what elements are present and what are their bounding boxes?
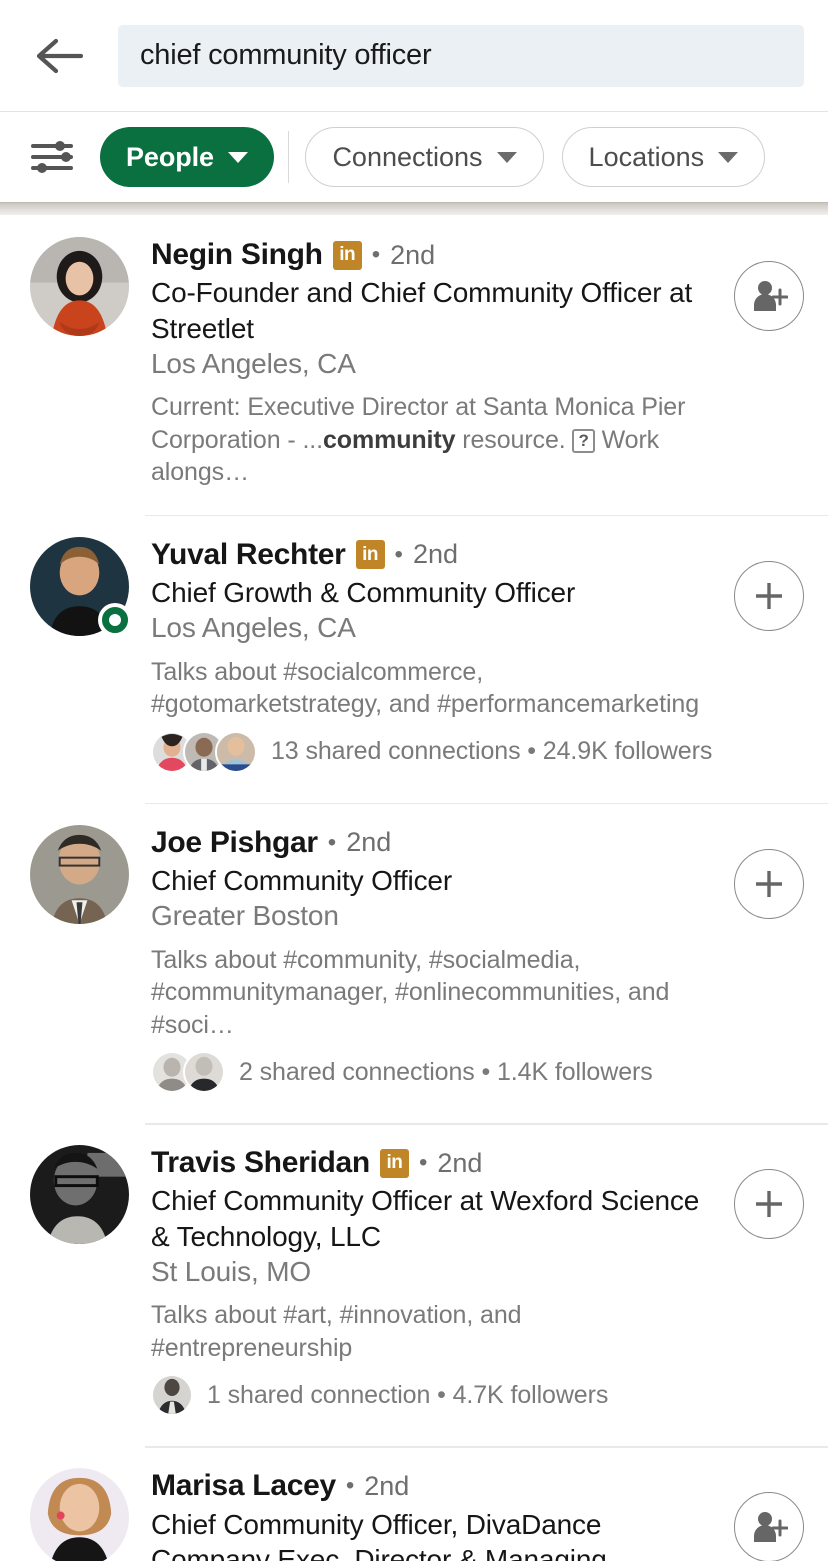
back-button[interactable] xyxy=(30,26,90,86)
connection-degree: 2nd xyxy=(390,239,436,270)
result-name[interactable]: Yuval Rechter xyxy=(151,538,346,571)
search-input[interactable]: chief community officer xyxy=(118,24,804,87)
result-location: Greater Boston xyxy=(151,900,339,932)
avatar[interactable] xyxy=(30,237,129,336)
facepile-avatar xyxy=(215,730,257,773)
search-query-text: chief community officer xyxy=(140,39,432,71)
shared-connections-row[interactable]: 2 shared connections • 1.4K followers xyxy=(151,1051,708,1097)
chevron-down-icon xyxy=(496,151,517,163)
search-results-list: Negin Singh in • 2nd Co-Founder and Chie… xyxy=(0,215,828,1561)
filter-pill-people-label: People xyxy=(126,141,214,172)
row-divider xyxy=(145,1446,828,1448)
facepile xyxy=(151,730,257,773)
table-row[interactable]: Joe Pishgar • 2nd Chief Community Office… xyxy=(0,802,828,1123)
chevron-down-icon xyxy=(718,151,739,163)
filter-pill-connections[interactable]: Connections xyxy=(305,127,544,187)
result-snippet: Talks about #socialcommerce, #gotomarket… xyxy=(151,657,700,719)
table-row[interactable]: Negin Singh in • 2nd Co-Founder and Chie… xyxy=(0,215,828,515)
result-location: Los Angeles, CA xyxy=(151,347,356,379)
filter-sliders-icon[interactable] xyxy=(30,135,74,179)
facepile xyxy=(151,1374,193,1417)
result-headline: Chief Community Officer at Wexford Scien… xyxy=(151,1185,700,1252)
arrow-left-icon xyxy=(37,37,83,75)
shared-connections-row[interactable]: 13 shared connections • 24.9K followers xyxy=(151,730,712,777)
avatar[interactable] xyxy=(30,824,129,924)
filter-pill-locations[interactable]: Locations xyxy=(561,127,766,187)
shared-connections-row[interactable]: 1 shared connection • 4.7K followers xyxy=(151,1374,708,1420)
separator-dot: • xyxy=(418,1149,428,1177)
avatar[interactable] xyxy=(30,1468,129,1561)
connection-degree: 2nd xyxy=(412,539,458,570)
connection-degree: 2nd xyxy=(346,827,392,858)
connection-degree: 2nd xyxy=(364,1470,410,1501)
result-headline: Chief Growth & Community Officer xyxy=(151,577,576,609)
filter-pill-people[interactable]: People xyxy=(100,127,274,187)
result-snippet: Current: Executive Director at Santa Mon… xyxy=(151,391,708,489)
table-row[interactable]: Travis Sheridan in • 2nd Chief Community… xyxy=(0,1123,828,1446)
linkedin-premium-badge-icon: in xyxy=(379,1148,409,1178)
connect-button[interactable] xyxy=(734,1169,804,1240)
linkedin-premium-badge-icon: in xyxy=(332,240,362,270)
separator-dot: • xyxy=(345,1472,355,1500)
connect-button[interactable] xyxy=(734,261,804,331)
avatar[interactable] xyxy=(30,536,132,637)
person-add-icon xyxy=(750,277,788,315)
result-location: Los Angeles, CA xyxy=(151,612,356,644)
linkedin-premium-badge-icon: in xyxy=(355,540,385,570)
connection-degree: 2nd xyxy=(437,1147,483,1178)
connect-button[interactable] xyxy=(734,848,804,919)
result-headline: Chief Community Officer xyxy=(151,865,453,896)
result-location: St Louis, MO xyxy=(151,1255,312,1287)
row-divider xyxy=(145,802,828,805)
plus-icon xyxy=(752,867,786,901)
facepile-avatar xyxy=(151,1374,193,1417)
result-name[interactable]: Travis Sheridan xyxy=(151,1146,370,1179)
connect-button[interactable] xyxy=(734,1492,804,1561)
shared-connections-text: 2 shared connections • 1.4K followers xyxy=(239,1057,653,1086)
search-bar: chief community officer xyxy=(0,0,828,112)
result-name[interactable]: Negin Singh xyxy=(151,238,323,271)
shared-connections-text: 13 shared connections • 24.9K followers xyxy=(271,737,713,766)
separator-dot: • xyxy=(394,540,403,568)
unsupported-glyph-icon: ? xyxy=(572,428,595,453)
result-headline: Chief Community Officer, DivaDance Compa… xyxy=(151,1508,607,1561)
row-divider xyxy=(145,1123,828,1125)
table-row[interactable]: Yuval Rechter in • 2nd Chief Growth & Co… xyxy=(0,514,828,803)
filter-divider xyxy=(287,131,290,183)
plus-icon xyxy=(752,579,786,613)
connect-button[interactable] xyxy=(734,560,804,631)
facepile-avatar xyxy=(183,1051,225,1094)
open-to-work-badge-icon xyxy=(98,602,132,637)
row-divider xyxy=(145,514,828,517)
filter-pill-locations-label: Locations xyxy=(588,141,705,172)
snippet-highlight: community xyxy=(322,425,456,454)
result-headline: Co-Founder and Chief Community Officer a… xyxy=(151,277,693,344)
table-row[interactable]: Marisa Lacey • 2nd Chief Community Offic… xyxy=(0,1446,828,1561)
snippet-suffix: resource. xyxy=(455,425,573,454)
result-snippet: Talks about #community, #socialmedia, #c… xyxy=(151,945,670,1039)
chevron-down-icon xyxy=(227,151,248,163)
avatar[interactable] xyxy=(30,1145,129,1245)
result-snippet: Talks about #art, #innovation, and #entr… xyxy=(151,1301,522,1362)
filter-bar: People Connections Locations xyxy=(0,112,828,202)
facepile xyxy=(151,1051,225,1094)
person-add-icon xyxy=(750,1508,788,1546)
separator-dot: • xyxy=(327,828,337,856)
result-name[interactable]: Marisa Lacey xyxy=(151,1469,336,1502)
plus-icon xyxy=(752,1187,786,1221)
filter-pill-connections-label: Connections xyxy=(332,141,483,172)
section-separator xyxy=(0,202,828,215)
separator-dot: • xyxy=(371,241,381,269)
shared-connections-text: 1 shared connection • 4.7K followers xyxy=(207,1380,609,1409)
result-name[interactable]: Joe Pishgar xyxy=(151,826,318,859)
